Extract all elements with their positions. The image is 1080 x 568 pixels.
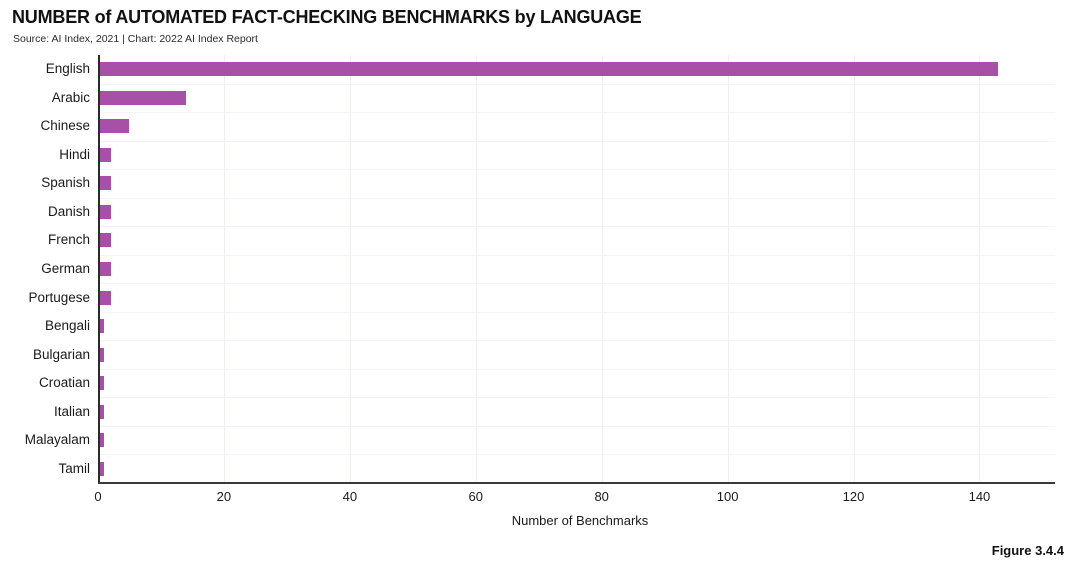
y-label-malayalam: Malayalam — [24, 432, 90, 448]
bar-arabic — [98, 90, 187, 105]
x-tick-120: 120 — [842, 489, 865, 504]
y-label-bulgarian: Bulgarian — [32, 346, 90, 362]
gridline-row — [98, 226, 1055, 228]
chart-source-line: Source: AI Index, 2021 | Chart: 2022 AI … — [13, 33, 258, 45]
gridline-x-20 — [223, 55, 225, 483]
y-label-german: German — [41, 261, 90, 276]
y-label-croatian: Croatian — [38, 375, 90, 391]
y-label-english: English — [45, 61, 90, 77]
gridline-row — [98, 83, 1055, 85]
gridline-row — [98, 112, 1055, 114]
gridline-row — [98, 397, 1055, 399]
y-label-tamil: Tamil — [58, 460, 90, 476]
gridline-row — [98, 368, 1055, 370]
x-tick-100: 100 — [716, 489, 739, 504]
x-axis-title-text: Number of Benchmarks — [511, 513, 649, 528]
y-axis-category-labels: English Arabic Chinese Hindi Spanish Danish Fr… — [0, 55, 90, 483]
x-tick-80: 80 — [594, 489, 609, 504]
gridline-x-120 — [853, 55, 855, 483]
gridline-x-100 — [727, 55, 729, 483]
y-label-french: French — [47, 232, 90, 248]
y-label-danish: Danish — [47, 203, 90, 219]
plot-background — [98, 55, 1055, 483]
y-label-hindi: Hindi — [59, 146, 90, 162]
y-label-bengali: Bengali — [44, 318, 90, 334]
gridline-row — [98, 311, 1055, 313]
bar-chinese — [98, 119, 130, 134]
x-tick-0: 0 — [94, 489, 102, 504]
x-tick-60: 60 — [468, 489, 483, 504]
gridline-row — [98, 283, 1055, 285]
x-axis-line — [98, 482, 1055, 484]
gridline-row — [98, 340, 1055, 342]
y-label-portugese: Portugese — [28, 289, 90, 305]
gridline-x-80 — [601, 55, 603, 483]
x-tick-40: 40 — [342, 489, 358, 504]
chart-title: NUMBER of AUTOMATED FACT-CHECKING BENCHM… — [12, 7, 642, 27]
gridline-row — [98, 197, 1055, 199]
gridline-row — [98, 454, 1055, 456]
y-axis-line — [98, 55, 100, 483]
x-axis-tick-labels: 0 20 40 60 80 100 120 140 — [94, 489, 1055, 509]
gridline-row — [98, 140, 1055, 142]
y-label-italian: Italian — [53, 403, 90, 419]
gridline-row — [98, 254, 1055, 256]
bar-english — [98, 62, 999, 77]
y-label-spanish: Spanish — [41, 175, 90, 191]
figure-caption: Figure 3.4.4 — [991, 543, 1064, 558]
y-label-arabic: Arabic — [51, 89, 90, 105]
gridline-row — [98, 425, 1055, 427]
x-axis-title: Number of Benchmarks — [0, 513, 1080, 528]
x-tick-140: 140 — [968, 489, 991, 504]
plot-area — [98, 55, 1055, 484]
gridline-row — [98, 169, 1055, 171]
x-tick-20: 20 — [216, 489, 232, 504]
gridline-x-40 — [349, 55, 351, 483]
gridline-x-140 — [979, 55, 981, 483]
y-label-chinese: Chinese — [40, 118, 90, 134]
gridline-x-60 — [475, 55, 477, 483]
